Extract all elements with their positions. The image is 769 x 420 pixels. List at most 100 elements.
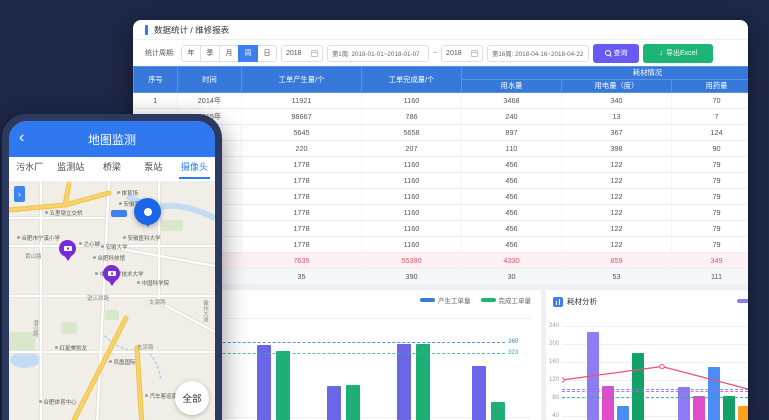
table-row: 22015年98667786240137690	[134, 109, 749, 125]
table-row: 42017年2202071103989019	[134, 141, 749, 157]
left-chart-legend: 产生工单量完成工单量	[420, 295, 531, 305]
camera-icon	[64, 246, 72, 251]
phone-tab-摄像头[interactable]: 摄像头	[174, 157, 215, 181]
end-week-input[interactable]: 第16周: 2018-04-16~2018-04-22	[487, 45, 589, 62]
start-year-select[interactable]: 2018	[281, 45, 323, 62]
calendar-icon	[311, 50, 318, 57]
charts-area: 产生工单量完成工单量 360323 耗材分析 2402001601208040	[133, 284, 748, 420]
table-row: 62019年177811604561227967	[134, 173, 749, 189]
y-axis-tick: 240	[546, 323, 559, 329]
sub-col-header: 用药量	[672, 80, 749, 93]
map-label: 中国科学院	[137, 279, 169, 287]
phone-tab-监测站[interactable]: 监测站	[50, 157, 91, 181]
table-row: 72020年177811604561227967	[134, 189, 749, 205]
map-label: 安徽医科大学	[123, 234, 161, 242]
bar-完成工单量	[416, 344, 430, 420]
legend-item: 完成工单量	[481, 295, 532, 305]
camera-icon	[108, 271, 116, 276]
y-axis-tick: 160	[546, 359, 559, 365]
phone-tab-泵站[interactable]: 泵站	[133, 157, 174, 181]
map-canvas[interactable]: › 全部 体育场安徽农业大学五里墩立交桥合肥市宁溪小学安徽医科大学之心城安徽大学…	[9, 182, 215, 420]
end-year-select[interactable]: 2018	[441, 45, 483, 62]
sub-col-header: 用电量（度）	[562, 80, 672, 93]
right-chart-title-row: 耗材分析	[553, 296, 597, 307]
camera-pin[interactable]	[59, 240, 76, 257]
map-label: 体育场	[117, 189, 138, 197]
consumable-chart-card: 耗材分析 240 200 160 120 80 40	[546, 290, 748, 420]
bar-产生工单量	[472, 366, 486, 420]
start-week-input[interactable]: 第1周: 2018-01-01~2018-01-07	[327, 45, 429, 62]
bar-完成工单量	[346, 385, 360, 420]
y-axis-tick: 80	[546, 395, 559, 401]
period-option[interactable]: 周	[238, 45, 258, 62]
map-label: 望江西路	[87, 294, 109, 302]
back-icon[interactable]: ‹	[19, 130, 24, 146]
right-chart-legend-swatch	[737, 299, 748, 303]
period-label: 统计周期:	[145, 48, 175, 58]
phone-mockup: ‹ 地图监测 污水厂监测站桥梁泵站摄像头	[2, 114, 222, 420]
bar-完成工单量	[491, 402, 505, 420]
col-header: 序号	[134, 67, 178, 93]
bar-完成工单量	[276, 351, 290, 420]
camera-pin[interactable]	[103, 265, 120, 282]
y-axis-tick: 120	[546, 377, 559, 383]
map-expand-button[interactable]: ›	[14, 186, 25, 202]
map-label: 徽州大道	[201, 300, 209, 322]
chart-icon	[553, 297, 563, 307]
trend-line	[562, 314, 748, 420]
table-row: 82021年177811604561227967	[134, 205, 749, 221]
breadcrumb: 数据统计 / 维修报表	[154, 24, 229, 36]
table-row: 12014年119211160346834070250	[134, 93, 749, 109]
period-option[interactable]: 日	[257, 45, 277, 62]
phone-title: 地图监测	[88, 131, 136, 148]
bar-产生工单量	[257, 345, 271, 420]
right-chart-plot	[562, 314, 748, 420]
table-row: 102023年177811604561227967	[134, 237, 749, 253]
report-table-wrap: 序号时间工单产生量/个工单完成量/个耗材情况用水量用电量（度）用药量水量1201…	[133, 66, 748, 284]
period-group: 年季月周日	[181, 45, 277, 62]
col-header: 时间	[178, 67, 242, 93]
range-separator: ~	[433, 50, 437, 57]
y-axis-tick: 200	[546, 341, 559, 347]
legend-swatch	[481, 298, 496, 302]
sub-col-header: 用水量	[462, 80, 562, 93]
group-header: 耗材情况	[462, 67, 749, 80]
map-label: 合肥市宁溪小学	[17, 234, 60, 242]
download-icon: ↓	[659, 49, 663, 57]
period-option[interactable]: 年	[181, 45, 201, 62]
all-button[interactable]: 全部	[175, 381, 209, 415]
col-header: 工单完成量/个	[362, 67, 462, 93]
total-row: 合计7635553904330859349332	[134, 253, 749, 269]
map-label: 黄山路	[25, 252, 42, 260]
phone-tab-bar: 污水厂监测站桥梁泵站摄像头	[9, 157, 215, 182]
selected-camera-marker[interactable]	[134, 198, 161, 225]
export-excel-button[interactable]: ↓ 导出Excel	[643, 44, 713, 63]
query-button[interactable]: 查询	[593, 44, 639, 63]
calendar-icon	[471, 50, 478, 57]
y-axis-tick: 40	[546, 413, 559, 419]
map-label: 太湖路	[149, 298, 166, 306]
right-chart-title: 耗材分析	[567, 296, 597, 307]
filter-bar: 统计周期: 年季月周日 2018 第1周: 2018-01-01~2018-01…	[133, 40, 748, 66]
road-badge	[111, 210, 127, 217]
map-label: 五里墩立交桥	[45, 209, 83, 217]
table-row: 32016年56455658897367124129	[134, 125, 749, 141]
breadcrumb-bar: 数据统计 / 维修报表	[133, 20, 748, 40]
bar-产生工单量	[327, 386, 341, 420]
map-label: 合肥体育中心	[39, 398, 77, 406]
map-label: 红星美凯龙	[55, 344, 87, 352]
col-header: 工单产生量/个	[242, 67, 362, 93]
end-year-value: 2018	[446, 50, 462, 57]
phone-tab-桥梁[interactable]: 桥梁	[91, 157, 132, 181]
map-label: 潜山路	[31, 320, 39, 337]
phone-tab-污水厂[interactable]: 污水厂	[9, 157, 50, 181]
map-label: 东流路	[137, 343, 154, 351]
phone-screen: ‹ 地图监测 污水厂监测站桥梁泵站摄像头	[9, 121, 215, 420]
reference-label: 360	[508, 338, 518, 345]
bar-产生工单量	[397, 344, 411, 420]
period-option[interactable]: 季	[200, 45, 220, 62]
map-label: 之心城	[79, 240, 100, 248]
period-option[interactable]: 月	[219, 45, 239, 62]
legend-swatch	[420, 298, 435, 302]
search-icon	[605, 50, 611, 56]
